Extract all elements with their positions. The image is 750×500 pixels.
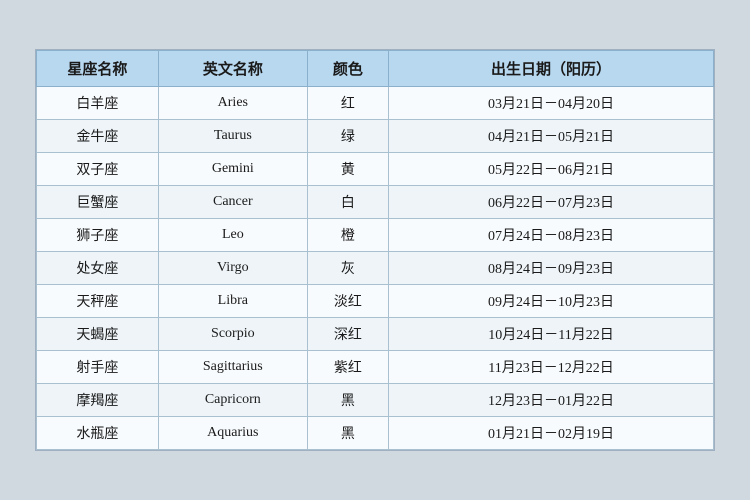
cell-zh-name: 摩羯座 [37, 384, 159, 417]
cell-date: 03月21日－04月20日 [389, 87, 714, 120]
table-row: 巨蟹座Cancer白06月22日－07月23日 [37, 186, 714, 219]
cell-zh-name: 射手座 [37, 351, 159, 384]
table-row: 水瓶座Aquarius黑01月21日－02月19日 [37, 417, 714, 450]
header-date: 出生日期（阳历） [389, 51, 714, 87]
header-zh-name: 星座名称 [37, 51, 159, 87]
cell-en-name: Cancer [158, 186, 307, 219]
cell-zh-name: 水瓶座 [37, 417, 159, 450]
cell-color: 深红 [307, 318, 388, 351]
cell-en-name: Aries [158, 87, 307, 120]
cell-en-name: Taurus [158, 120, 307, 153]
cell-en-name: Capricorn [158, 384, 307, 417]
cell-color: 紫红 [307, 351, 388, 384]
table-row: 天秤座Libra淡红09月24日－10月23日 [37, 285, 714, 318]
cell-en-name: Gemini [158, 153, 307, 186]
cell-color: 黑 [307, 417, 388, 450]
cell-color: 淡红 [307, 285, 388, 318]
cell-color: 白 [307, 186, 388, 219]
cell-zh-name: 双子座 [37, 153, 159, 186]
cell-date: 10月24日－11月22日 [389, 318, 714, 351]
cell-date: 12月23日－01月22日 [389, 384, 714, 417]
cell-zh-name: 巨蟹座 [37, 186, 159, 219]
cell-color: 绿 [307, 120, 388, 153]
table-row: 射手座Sagittarius紫红11月23日－12月22日 [37, 351, 714, 384]
table-row: 狮子座Leo橙07月24日－08月23日 [37, 219, 714, 252]
cell-zh-name: 狮子座 [37, 219, 159, 252]
cell-date: 07月24日－08月23日 [389, 219, 714, 252]
cell-date: 06月22日－07月23日 [389, 186, 714, 219]
cell-date: 04月21日－05月21日 [389, 120, 714, 153]
cell-en-name: Leo [158, 219, 307, 252]
cell-zh-name: 天秤座 [37, 285, 159, 318]
zodiac-table-container: 星座名称 英文名称 颜色 出生日期（阳历） 白羊座Aries红03月21日－04… [35, 49, 715, 451]
cell-zh-name: 金牛座 [37, 120, 159, 153]
cell-color: 橙 [307, 219, 388, 252]
cell-date: 11月23日－12月22日 [389, 351, 714, 384]
cell-zh-name: 白羊座 [37, 87, 159, 120]
cell-date: 01月21日－02月19日 [389, 417, 714, 450]
zodiac-table: 星座名称 英文名称 颜色 出生日期（阳历） 白羊座Aries红03月21日－04… [36, 50, 714, 450]
cell-en-name: Aquarius [158, 417, 307, 450]
cell-zh-name: 天蝎座 [37, 318, 159, 351]
cell-color: 红 [307, 87, 388, 120]
table-header-row: 星座名称 英文名称 颜色 出生日期（阳历） [37, 51, 714, 87]
table-row: 白羊座Aries红03月21日－04月20日 [37, 87, 714, 120]
table-row: 处女座Virgo灰08月24日－09月23日 [37, 252, 714, 285]
cell-en-name: Virgo [158, 252, 307, 285]
header-en-name: 英文名称 [158, 51, 307, 87]
cell-date: 09月24日－10月23日 [389, 285, 714, 318]
table-row: 金牛座Taurus绿04月21日－05月21日 [37, 120, 714, 153]
cell-color: 黑 [307, 384, 388, 417]
cell-en-name: Scorpio [158, 318, 307, 351]
cell-en-name: Sagittarius [158, 351, 307, 384]
cell-date: 08月24日－09月23日 [389, 252, 714, 285]
table-row: 摩羯座Capricorn黑12月23日－01月22日 [37, 384, 714, 417]
cell-en-name: Libra [158, 285, 307, 318]
cell-zh-name: 处女座 [37, 252, 159, 285]
cell-color: 黄 [307, 153, 388, 186]
table-row: 天蝎座Scorpio深红10月24日－11月22日 [37, 318, 714, 351]
table-row: 双子座Gemini黄05月22日－06月21日 [37, 153, 714, 186]
cell-color: 灰 [307, 252, 388, 285]
header-color: 颜色 [307, 51, 388, 87]
cell-date: 05月22日－06月21日 [389, 153, 714, 186]
